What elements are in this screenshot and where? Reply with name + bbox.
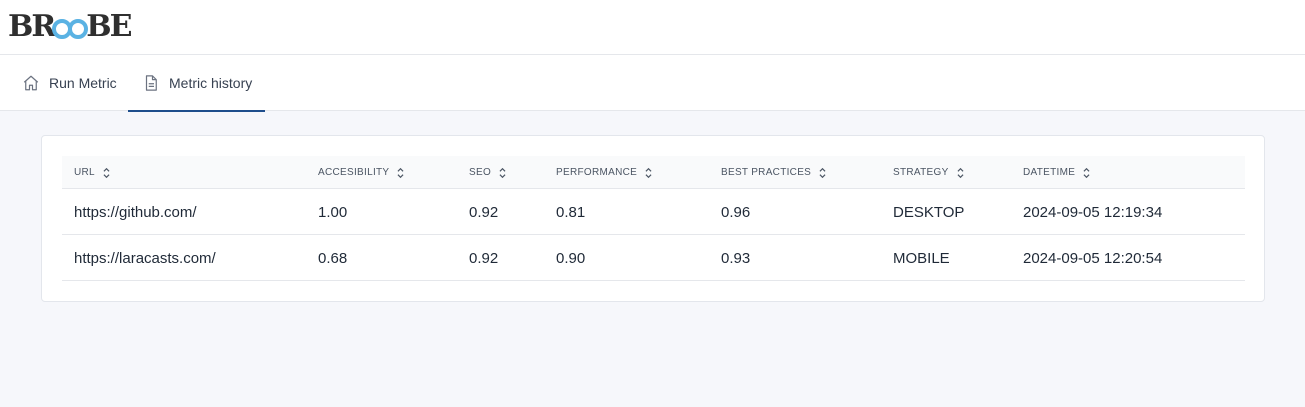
broobe-logo[interactable]: BR BE (8, 9, 133, 44)
cell-performance: 0.90 (556, 249, 586, 267)
table-row: https://laracasts.com/ 0.68 0.92 0.90 0.… (62, 235, 1245, 281)
cell-datetime: 2024-09-05 12:19:34 (1023, 203, 1163, 221)
document-icon (145, 75, 157, 91)
column-header-label: PERFORMANCE (556, 167, 638, 178)
column-header-label: ACCESIBILITY (318, 167, 390, 178)
logo-ring-icon (68, 19, 89, 39)
column-header-datetime[interactable]: DATETIME (1023, 156, 1091, 189)
table-row: https://github.com/ 1.00 0.92 0.81 0.96 … (62, 189, 1245, 235)
sort-icon (1083, 167, 1090, 178)
sort-icon (645, 167, 652, 178)
tab-metric-history[interactable]: Metric history (128, 55, 265, 112)
logo-text: BE (86, 9, 132, 44)
metric-history-card: URL ACCESIBILITY SEO PERFORMANCE BEST PR… (41, 135, 1265, 302)
cell-best-practices: 0.93 (721, 249, 751, 267)
tab-bar: Run Metric Metric history (0, 55, 1305, 112)
cell-performance: 0.81 (556, 203, 586, 221)
column-header-label: URL (74, 167, 95, 178)
cell-seo: 0.92 (469, 249, 499, 267)
tab-run-metric[interactable]: Run Metric (22, 55, 117, 111)
cell-url: https://github.com/ (74, 203, 197, 221)
sort-icon (819, 167, 826, 178)
cell-url: https://laracasts.com/ (74, 249, 216, 267)
column-header-label: DATETIME (1023, 167, 1076, 178)
column-header-label: SEO (469, 167, 492, 178)
cell-datetime: 2024-09-05 12:20:54 (1023, 249, 1163, 267)
cell-best-practices: 0.96 (721, 203, 751, 221)
sort-icon (499, 167, 506, 178)
column-header-performance[interactable]: PERFORMANCE (556, 156, 653, 189)
cell-strategy: DESKTOP (893, 203, 965, 221)
cell-accesibility: 1.00 (318, 203, 348, 221)
tab-label: Metric history (169, 75, 253, 91)
cell-seo: 0.92 (469, 203, 499, 221)
top-bar: BR BE (0, 0, 1305, 55)
column-header-best-practices[interactable]: BEST PRACTICES (721, 156, 827, 189)
sort-icon (103, 167, 110, 178)
cell-strategy: MOBILE (893, 249, 950, 267)
tab-label: Run Metric (49, 75, 117, 91)
column-header-strategy[interactable]: STRATEGY (893, 156, 965, 189)
sort-icon (397, 167, 404, 178)
column-header-seo[interactable]: SEO (469, 156, 507, 189)
home-icon (23, 75, 39, 91)
table-header: URL ACCESIBILITY SEO PERFORMANCE BEST PR… (62, 156, 1245, 189)
logo-text: BR (8, 9, 56, 44)
column-header-url[interactable]: URL (74, 156, 111, 189)
column-header-label: STRATEGY (893, 167, 949, 178)
sort-icon (957, 167, 964, 178)
column-header-accesibility[interactable]: ACCESIBILITY (318, 156, 405, 189)
column-header-label: BEST PRACTICES (721, 167, 812, 178)
cell-accesibility: 0.68 (318, 249, 348, 267)
